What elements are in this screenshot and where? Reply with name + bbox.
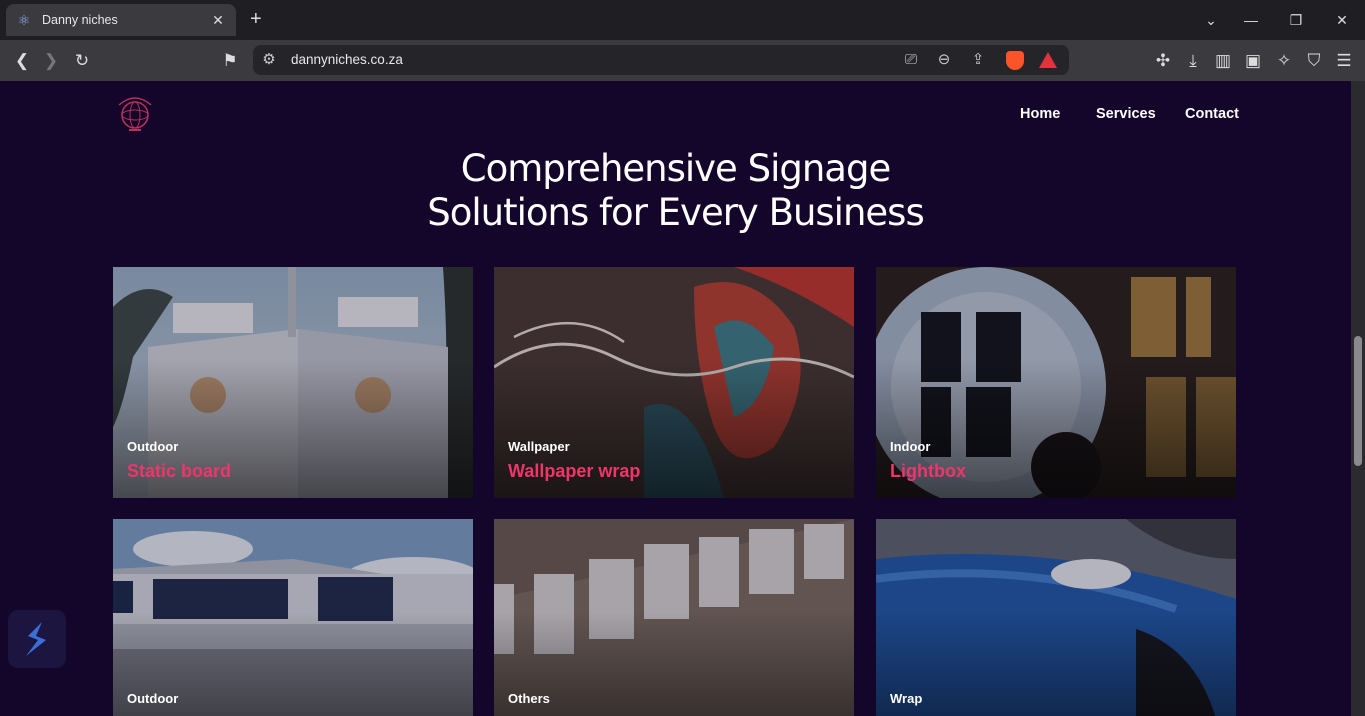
minimize-icon[interactable]: — [1231, 0, 1271, 40]
reload-icon[interactable]: ↻ [71, 50, 93, 72]
s-logo-icon [26, 622, 46, 656]
cast-icon[interactable]: ⎚ [901, 50, 921, 70]
restore-icon[interactable]: ❐ [1276, 0, 1316, 40]
page-scrollbar[interactable] [1351, 81, 1365, 716]
service-card-others[interactable]: Others [494, 519, 854, 716]
wallet-icon[interactable]: ▣ [1242, 50, 1264, 72]
extensions-icon[interactable]: ✣ [1152, 50, 1174, 72]
card-category: Others [508, 691, 550, 706]
card-category: Outdoor [127, 439, 179, 454]
browser-tab-strip: ⚛ Danny niches ✕ + ⌄ — ❐ ✕ [0, 0, 1365, 40]
page-headline-line1: Comprehensive Signage [460, 147, 891, 190]
card-category: Wrap [890, 691, 923, 706]
nav-home[interactable]: Home [1020, 106, 1060, 122]
card-title[interactable]: Lightbox [890, 461, 966, 482]
bookmark-icon[interactable]: ⚑ [219, 50, 241, 72]
site-info-icon[interactable]: ⚙ [259, 50, 279, 70]
service-card-wallpaper-wrap[interactable]: Wallpaper Wallpaper wrap [494, 267, 854, 498]
card-overlay [876, 611, 1236, 716]
browser-tab[interactable]: ⚛ Danny niches ✕ [6, 4, 236, 36]
leo-ai-icon[interactable]: ✧ [1273, 50, 1295, 72]
brave-shields-icon[interactable] [1006, 51, 1024, 70]
service-card-lightbox[interactable]: Indoor Lightbox [876, 267, 1236, 498]
card-category: Wallpaper [508, 439, 570, 454]
window-close-icon[interactable]: ✕ [1322, 0, 1362, 40]
share-icon[interactable]: ⇪ [968, 50, 988, 70]
new-tab-button[interactable]: + [250, 9, 262, 29]
tab-close-icon[interactable]: ✕ [210, 12, 226, 29]
address-url: dannyniches.co.za [291, 52, 403, 67]
react-atom-icon: ⚛ [17, 12, 31, 28]
download-icon[interactable]: ⤓ [1182, 50, 1204, 72]
vpn-shield-icon[interactable]: ⛉ [1303, 50, 1325, 72]
nav-services[interactable]: Services [1096, 106, 1156, 122]
card-category: Indoor [890, 439, 931, 454]
menu-icon[interactable]: ☰ [1333, 50, 1355, 72]
address-bar[interactable]: ⚙ dannyniches.co.za ⎚ ⊖ ⇪ [253, 45, 1069, 75]
brave-rewards-icon[interactable] [1039, 52, 1057, 68]
service-card-static-board[interactable]: Outdoor Static board [113, 267, 473, 498]
forward-icon[interactable]: ❯ [40, 50, 62, 72]
card-title[interactable]: Wallpaper wrap [508, 461, 640, 482]
tab-title: Danny niches [42, 13, 118, 27]
floating-widget-button[interactable] [8, 610, 66, 668]
tab-search-chevron-icon[interactable]: ⌄ [1191, 0, 1231, 40]
scrollbar-thumb[interactable] [1354, 336, 1362, 466]
page-headline-line2: Solutions for Every Business [427, 191, 924, 234]
web-page: Home Services Contact Comprehensive Sign… [0, 81, 1351, 716]
card-title[interactable]: Static board [127, 461, 231, 482]
site-logo[interactable] [113, 93, 157, 133]
nav-contact[interactable]: Contact [1185, 106, 1239, 122]
back-icon[interactable]: ❮ [11, 50, 33, 72]
service-card-outdoor-2[interactable]: Outdoor [113, 519, 473, 716]
card-category: Outdoor [127, 691, 179, 706]
sidebar-icon[interactable]: ▥ [1212, 50, 1234, 72]
service-card-wrap[interactable]: Wrap [876, 519, 1236, 716]
zoom-icon[interactable]: ⊖ [934, 50, 954, 70]
